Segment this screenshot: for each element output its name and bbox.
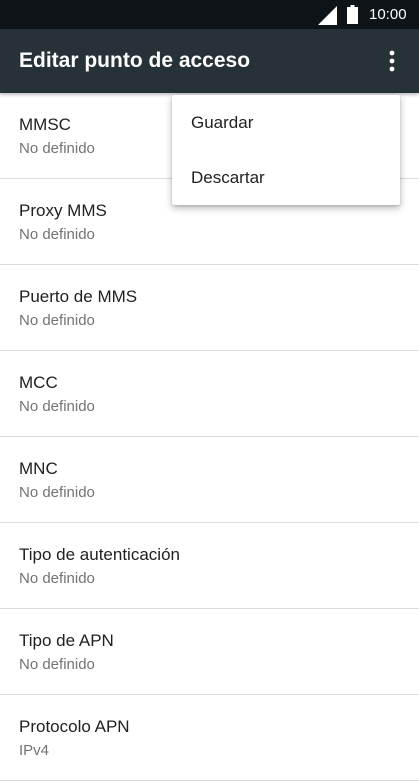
setting-label: Proxy MMS xyxy=(19,201,107,220)
setting-value: No definido xyxy=(19,484,95,501)
setting-mnc[interactable]: MNC No definido xyxy=(0,437,419,523)
overflow-menu-button[interactable] xyxy=(377,41,407,81)
status-clock: 10:00 xyxy=(369,6,407,23)
overflow-menu: Guardar Descartar xyxy=(172,95,400,205)
more-vert-icon xyxy=(389,50,395,72)
setting-apn-type[interactable]: Tipo de APN No definido xyxy=(0,609,419,695)
setting-mcc[interactable]: MCC No definido xyxy=(0,351,419,437)
setting-value: No definido xyxy=(19,398,95,415)
setting-value: No definido xyxy=(19,570,95,587)
battery-icon xyxy=(347,5,358,24)
setting-value: No definido xyxy=(19,140,95,157)
page-title: Editar punto de acceso xyxy=(19,49,251,72)
setting-label: Tipo de autenticación xyxy=(19,545,180,564)
setting-label: Puerto de MMS xyxy=(19,287,138,306)
setting-value: No definido xyxy=(19,656,95,673)
setting-mms-port[interactable]: Puerto de MMS No definido xyxy=(0,265,419,351)
menu-item-discard[interactable]: Descartar xyxy=(172,150,400,205)
menu-item-save[interactable]: Guardar xyxy=(172,95,400,150)
setting-label: Protocolo APN xyxy=(19,717,130,736)
cell-signal-icon xyxy=(318,6,337,25)
setting-label: MMSC xyxy=(19,115,71,134)
status-bar: 10:00 xyxy=(0,0,419,29)
setting-label: Tipo de APN xyxy=(19,631,114,650)
setting-value: No definido xyxy=(19,312,95,329)
setting-value: IPv4 xyxy=(19,742,50,759)
app-bar: Editar punto de acceso xyxy=(0,29,419,93)
setting-apn-protocol[interactable]: Protocolo APN IPv4 xyxy=(0,695,419,781)
setting-value: No definido xyxy=(19,226,95,243)
setting-auth-type[interactable]: Tipo de autenticación No definido xyxy=(0,523,419,609)
setting-label: MCC xyxy=(19,373,58,392)
setting-label: MNC xyxy=(19,459,58,478)
